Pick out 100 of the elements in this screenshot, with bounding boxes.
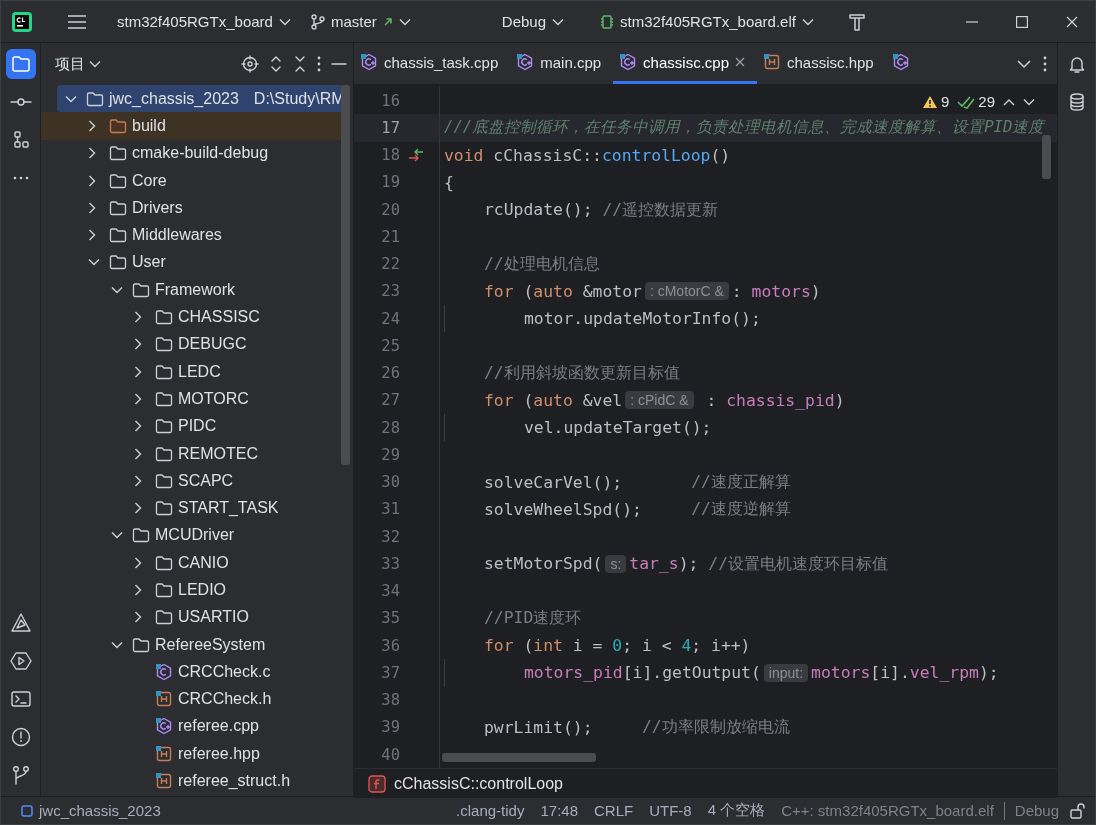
tree-item[interactable]: Core: [41, 166, 343, 195]
breadcrumb-item[interactable]: cChassisC::controlLoop: [394, 774, 563, 793]
editor-tab[interactable]: chassisc.cpp: [613, 43, 757, 84]
tree-item[interactable]: DEBUGC: [41, 330, 343, 358]
line-number: 22: [380, 255, 400, 274]
maximize-icon: [1016, 15, 1028, 28]
editor-tab[interactable]: chassis_task.cpp: [354, 43, 511, 84]
tree-item[interactable]: MCUDriver: [41, 521, 343, 550]
code-text: void cChassisC::controlLoop(): [444, 145, 731, 165]
tree-item[interactable]: USARTIO: [41, 603, 343, 631]
run-services-icon: [9, 650, 32, 673]
tree-item[interactable]: PIDC: [41, 412, 343, 440]
chevron-down-icon[interactable]: [1023, 97, 1035, 106]
tree-item[interactable]: build: [41, 112, 343, 140]
tree-item[interactable]: referee.cpp: [41, 712, 343, 741]
target-selector[interactable]: stm32f405RGTx_board.elf: [592, 9, 822, 34]
code-text: for (auto &motor: [484, 281, 642, 301]
line-number: 20: [380, 200, 400, 219]
folder-icon: [155, 582, 173, 598]
status-item[interactable]: C++: stm32f405RGTx_board.elf: [775, 800, 1000, 821]
tree-item[interactable]: CRCCheck.h: [41, 685, 343, 713]
scrollbar-thumb[interactable]: [442, 753, 596, 763]
project-status-item[interactable]: jwc_chassis_2023: [15, 800, 167, 821]
triangle-icon: [9, 612, 32, 635]
line-number: 33: [380, 554, 400, 573]
line-number: 31: [380, 500, 400, 519]
folder-icon: [155, 390, 173, 407]
code-text: : chassis_pid): [705, 390, 845, 410]
folder-icon: [132, 636, 150, 653]
editor-tab[interactable]: chassisc.hpp: [757, 43, 886, 84]
options-icon[interactable]: [1043, 55, 1047, 72]
warnings-counter[interactable]: 9: [921, 93, 950, 110]
locate-icon[interactable]: [241, 55, 259, 73]
unlock-icon[interactable]: [1069, 802, 1085, 819]
expand-all-icon[interactable]: [269, 55, 283, 73]
tree-item[interactable]: jwc_chassis_2023 D:\Study\RM: [57, 85, 343, 113]
configuration-selector[interactable]: Debug: [493, 9, 573, 34]
tree-item[interactable]: referee.hpp: [41, 740, 343, 768]
status-item[interactable]: Debug: [1008, 800, 1065, 821]
chevron-down-icon[interactable]: [1017, 58, 1031, 69]
project-selector[interactable]: stm32f405RGTx_board: [109, 9, 299, 34]
app-logo-icon: [11, 10, 33, 33]
status-item[interactable]: .clang-tidy: [450, 800, 531, 821]
tree-item[interactable]: CRCCheck.c: [41, 658, 343, 686]
options-icon[interactable]: [317, 56, 321, 72]
tree-item[interactable]: Drivers: [41, 194, 343, 222]
status-item[interactable]: 17:48: [534, 800, 584, 821]
code-comment: //速度逆解算: [691, 498, 791, 521]
tree-item[interactable]: START_TASK: [41, 494, 343, 522]
branch-selector[interactable]: master: [302, 9, 419, 34]
c-file-icon: [155, 662, 173, 681]
line-number: 40: [380, 745, 400, 764]
collapse-all-icon[interactable]: [293, 55, 307, 73]
scrollbar-thumb[interactable]: [341, 85, 350, 465]
warning-icon: [921, 94, 938, 109]
status-item[interactable]: UTF-8: [643, 800, 698, 821]
project-path: D:\Study\RM: [253, 89, 345, 108]
function-icon: [368, 774, 386, 793]
tree-item[interactable]: MOTORC: [41, 385, 343, 413]
tree-item[interactable]: REMOTEC: [41, 439, 343, 468]
tree-item[interactable]: CANIO: [41, 549, 343, 577]
folder-icon: [155, 609, 173, 626]
tree-item[interactable]: LEDIO: [41, 576, 343, 604]
folder-icon: [109, 145, 127, 162]
close-icon[interactable]: [735, 57, 745, 67]
line-number: 25: [380, 336, 400, 355]
tree-item[interactable]: RefereeSystem: [41, 630, 343, 659]
status-item[interactable]: 4 个空格: [701, 799, 772, 822]
tree-item[interactable]: Framework: [41, 276, 343, 304]
doc-comment: ///底盘控制循环，在任务中调用，负责处理电机信息、完成速度解算、设置PID速度: [444, 117, 1045, 139]
line-number: 35: [380, 609, 400, 628]
tree-item[interactable]: referee_struct.h: [41, 767, 343, 795]
warning-circle-icon: [9, 726, 32, 749]
code-text: {: [444, 172, 454, 192]
scrollbar-thumb[interactable]: [1042, 135, 1051, 179]
cpp-file-icon: [360, 53, 378, 71]
chevron-up-icon[interactable]: [1003, 97, 1015, 106]
tree-item[interactable]: CHASSISC: [41, 303, 343, 331]
tree-item[interactable]: cmake-build-debug: [41, 139, 343, 167]
code-text: for (int i = 0; i < 4; i++): [484, 636, 751, 656]
weak-warnings-counter[interactable]: 29: [957, 93, 995, 110]
tree-item[interactable]: User: [41, 248, 343, 277]
code-text: solveWheelSpd();: [484, 499, 643, 519]
tree-item[interactable]: Middlewares: [41, 221, 343, 249]
editor-tab[interactable]: main.cpp: [510, 43, 614, 84]
tool-window-button[interactable]: [5, 49, 36, 79]
hide-icon[interactable]: [331, 62, 347, 66]
code-text: rcUpdate();: [484, 200, 594, 220]
tree-item[interactable]: SCAPC: [41, 467, 343, 495]
folder-icon: [132, 527, 150, 544]
override-arrows-icon[interactable]: [408, 148, 424, 163]
inlay-hint: : cPidC &: [625, 391, 694, 410]
tree-item[interactable]: LEDC: [41, 357, 343, 386]
status-item[interactable]: CRLF: [588, 800, 640, 821]
code-text: tar_s);: [629, 554, 700, 574]
code-text: solveCarVel();: [484, 472, 624, 492]
panel-title-dropdown[interactable]: 项目: [55, 54, 101, 74]
double-check-icon: [957, 94, 976, 109]
inlay-hint: s:: [605, 554, 627, 573]
line-number: 19: [380, 173, 400, 192]
